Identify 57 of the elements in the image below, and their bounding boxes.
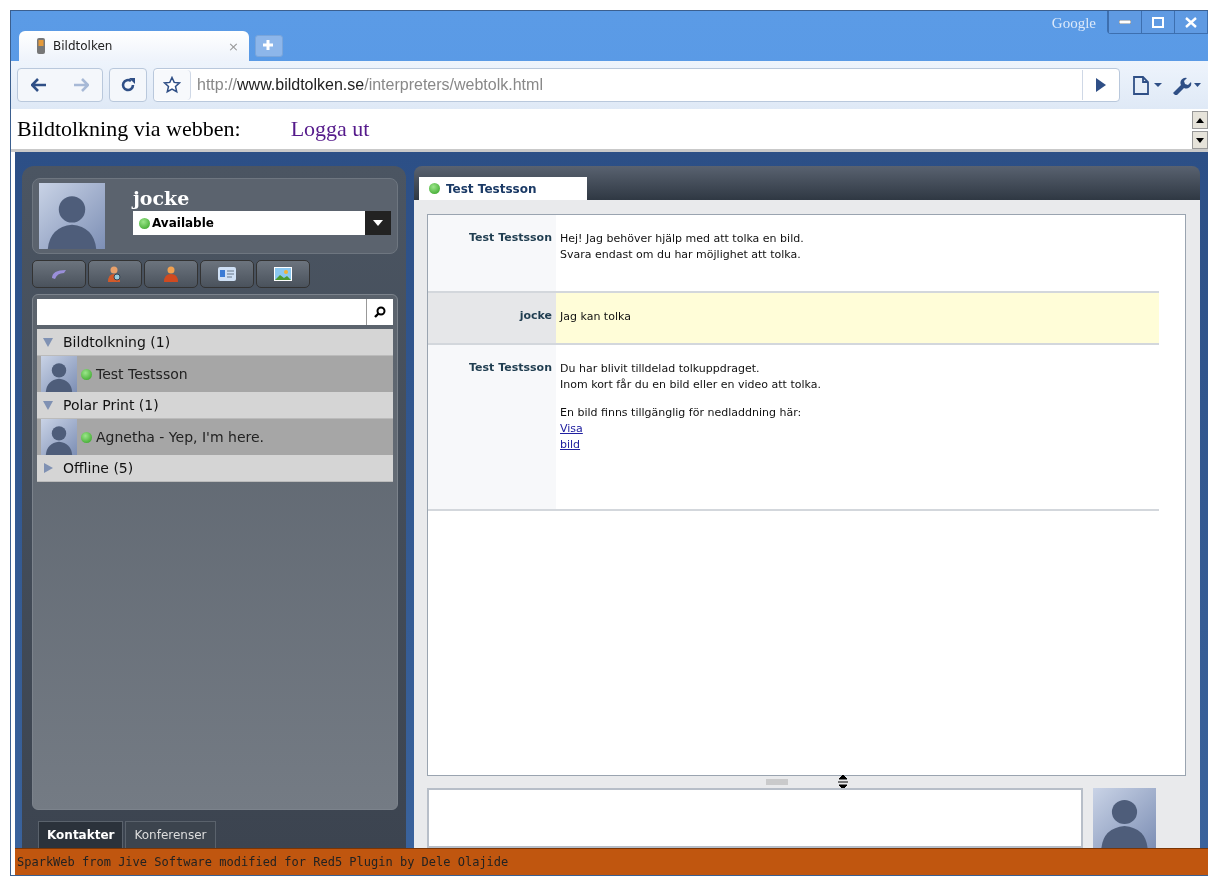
message-text: Jag kan tolka [560, 309, 632, 325]
contact-avatar [41, 356, 77, 392]
credits-text: SparkWeb from Jive Software modified for Red5 Plugin by Dele Olajide [15, 848, 1208, 875]
brand-label: Google [1051, 15, 1096, 32]
phone-icon [50, 268, 68, 280]
page-menu-icon[interactable] [1132, 75, 1164, 95]
group-header[interactable]: Polar Print (1) [37, 392, 393, 419]
group-header[interactable]: Bildtolkning (1) [37, 329, 393, 356]
contact-name: Test Testsson [96, 366, 188, 382]
image-icon [274, 267, 292, 281]
group-name: Bildtolkning (1) [63, 334, 171, 350]
panel-tab[interactable]: Kontakter [38, 821, 124, 848]
close-icon[interactable] [1174, 11, 1207, 33]
sender-name: jocke [428, 293, 556, 343]
contact-name: Agnetha - Yep, I'm here. [96, 429, 264, 445]
contact-avatar [41, 419, 77, 455]
maximize-icon[interactable] [1141, 11, 1174, 33]
chat-tab[interactable]: Test Testsson [419, 177, 587, 200]
add-user-button[interactable] [144, 260, 198, 288]
scroll-down-icon[interactable] [1192, 131, 1208, 149]
resize-cursor-icon [837, 774, 848, 789]
go-icon[interactable] [1096, 78, 1106, 92]
logout-link[interactable]: Logga ut [290, 116, 370, 142]
contact-row[interactable]: Agnetha - Yep, I'm here. [37, 419, 393, 455]
back-icon[interactable] [31, 78, 47, 92]
sender-name: Test Testsson [428, 345, 556, 509]
message-input[interactable] [427, 788, 1083, 848]
message-text: En bild finns tillgänglig för nedladdning här: [560, 405, 803, 421]
new-tab-button[interactable] [255, 35, 283, 57]
group-name: Offline (5) [63, 460, 134, 476]
phone-icon [37, 38, 45, 54]
group-name: Polar Print (1) [63, 397, 159, 413]
splitter-handle-icon[interactable] [765, 778, 788, 785]
contact-card-button[interactable] [200, 260, 254, 288]
search-icon[interactable] [366, 299, 393, 325]
status-dropdown[interactable]: Available [133, 211, 365, 235]
scroll-up-icon[interactable] [1192, 111, 1208, 129]
user-name: jocke [133, 187, 191, 209]
group-header[interactable]: Offline (5) [37, 455, 393, 482]
search-field[interactable] [37, 299, 366, 325]
browser-tab[interactable]: Bildtolken × [19, 31, 249, 61]
message-text: Hej! Jag behöver hjälp med att tolka en bild. Svara endast om du har möjlighet att tolka. [560, 231, 805, 263]
user-icon [163, 266, 179, 282]
find-user-button[interactable] [88, 260, 142, 288]
phone-button[interactable] [32, 260, 86, 288]
sender-name: Test Testsson [428, 215, 556, 291]
user-search-icon [107, 266, 123, 282]
panel-tab[interactable]: Konferenser [125, 821, 216, 848]
reload-icon[interactable] [120, 77, 136, 93]
contact-card-icon [218, 267, 236, 281]
star-icon[interactable] [163, 76, 181, 94]
minimize-icon[interactable] [1108, 11, 1141, 33]
message-text: Du har blivit tilldelad tolkuppdraget. Inom kort får du en bild eller en video att tolka. [560, 361, 822, 393]
image-button[interactable] [256, 260, 310, 288]
page-heading: Bildtolkning via webben: [17, 116, 241, 142]
image-link[interactable]: Visa bild [560, 421, 594, 453]
contact-row[interactable]: Test Testsson [37, 356, 393, 392]
